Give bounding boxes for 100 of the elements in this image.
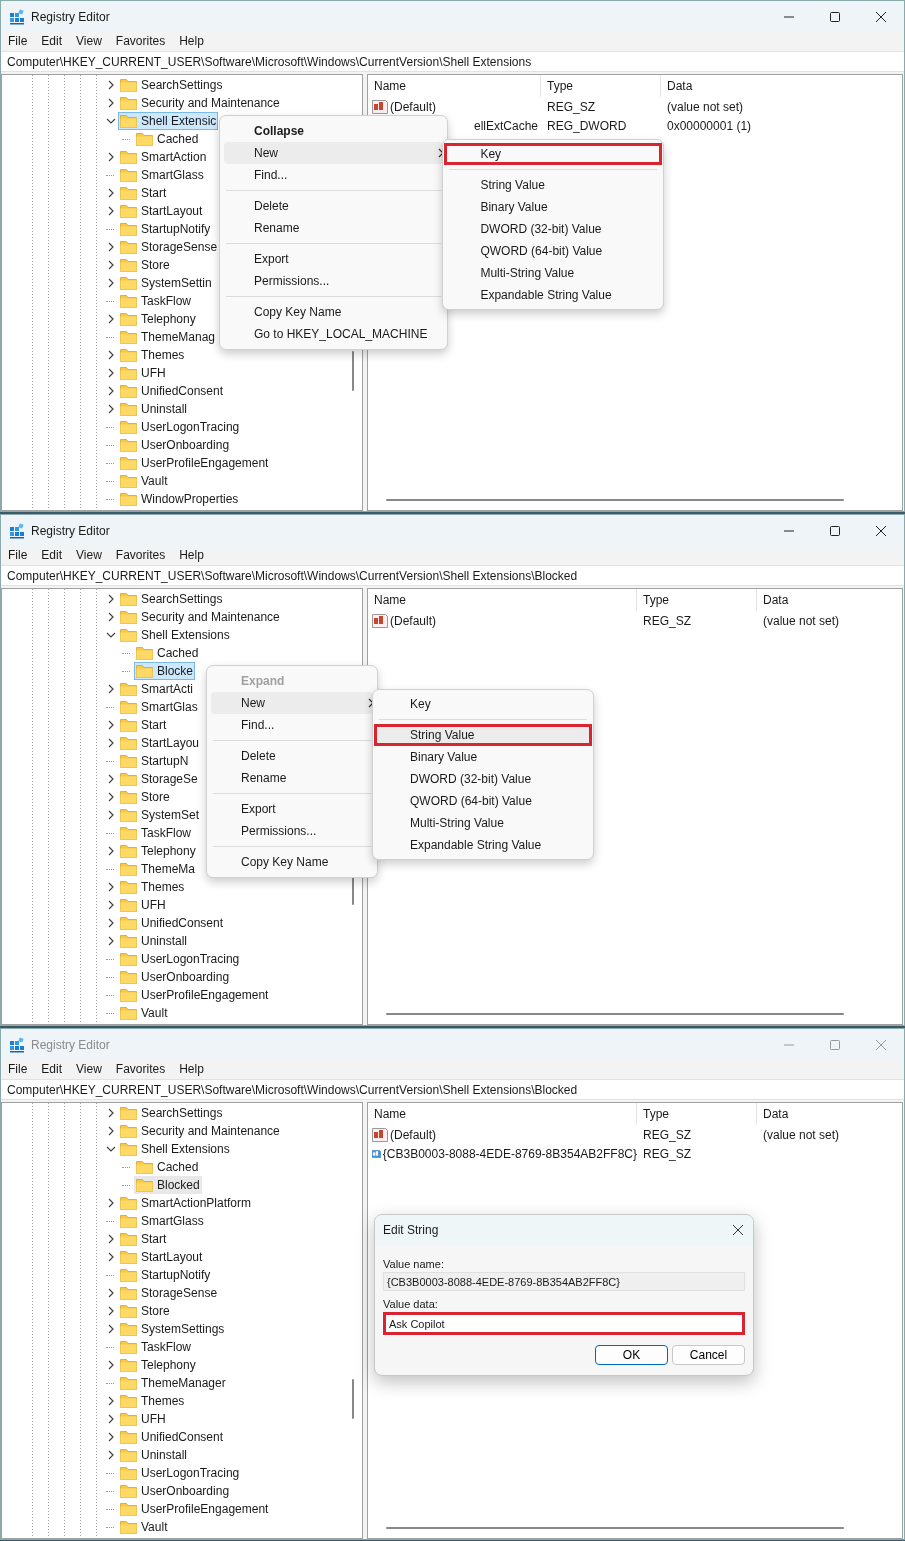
chevron-right-icon[interactable]	[106, 810, 116, 820]
menu-item[interactable]: Help	[179, 34, 204, 48]
tree-item[interactable]: Store	[118, 256, 172, 274]
menu-item[interactable]: Binary Value	[444, 196, 663, 218]
chevron-right-icon[interactable]	[106, 314, 116, 324]
dialog-button[interactable]: Cancel	[672, 1345, 745, 1365]
chevron-right-icon[interactable]	[106, 404, 116, 414]
chevron-right-icon[interactable]	[106, 1252, 116, 1262]
tree-item[interactable]: Blocked	[134, 1176, 202, 1194]
menu-item[interactable]: Permissions...	[224, 270, 444, 292]
menu-item[interactable]: Favorites	[115, 548, 166, 562]
tree-item[interactable]: Uninstall	[118, 1446, 190, 1464]
tree-item[interactable]: SearchSettings	[118, 76, 225, 94]
menu-item[interactable]: Find...	[224, 164, 444, 186]
scrollbar-thumb[interactable]	[386, 1527, 844, 1529]
tree-item[interactable]: Security and Maintenance	[118, 94, 282, 112]
menu-item[interactable]: Rename	[224, 217, 444, 239]
chevron-right-icon[interactable]	[106, 1450, 116, 1460]
tree-item[interactable]: Cached	[134, 1158, 201, 1176]
tree-item[interactable]: ThemeMa	[118, 860, 198, 878]
tree-item[interactable]: SystemSet	[118, 806, 202, 824]
menu-item[interactable]: Expandable String Value	[444, 284, 663, 306]
column-header[interactable]: Type	[637, 589, 757, 611]
chevron-right-icon[interactable]	[106, 98, 116, 108]
tree-item[interactable]: StorageSe	[118, 770, 200, 788]
tree-item[interactable]: SmartActi	[118, 680, 195, 698]
tree-item[interactable]: Shell Extensic	[118, 112, 219, 130]
tree-item[interactable]: Shell Extensions	[118, 626, 232, 644]
tree-item[interactable]: StorageSense	[118, 238, 220, 256]
tree-item[interactable]: UserProfileEngagement	[118, 454, 271, 472]
chevron-right-icon[interactable]	[106, 1396, 116, 1406]
tree-item[interactable]: UserOnboarding	[118, 436, 232, 454]
menu-item[interactable]: Help	[179, 548, 204, 562]
menu-item[interactable]: Key	[374, 693, 592, 715]
menu-item[interactable]: Go to HKEY_LOCAL_MACHINE	[224, 323, 444, 345]
tree-item[interactable]: UnifiedConsent	[118, 914, 226, 932]
menu-item[interactable]: New	[211, 692, 373, 714]
menu-item[interactable]: Multi-String Value	[444, 262, 663, 284]
tree-item[interactable]: UFH	[118, 1410, 168, 1428]
menu-item[interactable]: DWORD (32-bit) Value	[374, 768, 592, 790]
input-field[interactable]: {CB3B0003-8088-4EDE-8769-8B354AB2FF8C}	[383, 1272, 745, 1291]
chevron-right-icon[interactable]	[106, 80, 116, 90]
tree-item[interactable]: WindowProperties	[118, 490, 241, 508]
chevron-right-icon[interactable]	[106, 1288, 116, 1298]
tree-item[interactable]: Vault	[118, 472, 170, 490]
tree-item[interactable]: SmartGlas	[118, 698, 200, 716]
menu-item[interactable]: Find...	[211, 714, 373, 736]
chevron-right-icon[interactable]	[106, 1234, 116, 1244]
tree-item[interactable]: SearchSettings	[118, 590, 225, 608]
close-icon[interactable]	[732, 1224, 744, 1236]
scrollbar-thumb[interactable]	[352, 351, 354, 391]
chevron-right-icon[interactable]	[106, 1414, 116, 1424]
menu-item[interactable]: Delete	[224, 195, 444, 217]
scrollbar-thumb[interactable]	[386, 1013, 844, 1015]
tree-item[interactable]: Themes	[118, 346, 187, 364]
chevron-right-icon[interactable]	[106, 278, 116, 288]
address-bar[interactable]: Computer\HKEY_CURRENT_USER\Software\Microsoft\Windows\CurrentVersion\Shell Extensions\Blocked	[1, 1079, 904, 1100]
menu-item[interactable]: View	[76, 1062, 102, 1076]
chevron-right-icon[interactable]	[106, 1306, 116, 1316]
chevron-right-icon[interactable]	[106, 918, 116, 928]
menu-item[interactable]: Edit	[41, 34, 63, 48]
tree-item[interactable]: Cached	[134, 644, 201, 662]
menu-item[interactable]: File	[8, 1062, 28, 1076]
chevron-right-icon[interactable]	[106, 350, 116, 360]
chevron-down-icon[interactable]	[106, 1144, 116, 1154]
tree-item[interactable]: TaskFlow	[118, 292, 193, 310]
tree-item[interactable]: ThemeManag	[118, 328, 218, 346]
chevron-right-icon[interactable]	[106, 386, 116, 396]
tree-item[interactable]: Cached	[134, 130, 201, 148]
chevron-right-icon[interactable]	[106, 260, 116, 270]
menu-item[interactable]: Multi-String Value	[374, 812, 592, 834]
chevron-right-icon[interactable]	[106, 1360, 116, 1370]
tree-item[interactable]: Security and Maintenance	[118, 608, 282, 626]
tree-item[interactable]: UFH	[118, 364, 168, 382]
menu-item[interactable]: String Value	[374, 724, 592, 746]
tree-item[interactable]: UserLogonTracing	[118, 418, 242, 436]
address-bar[interactable]: Computer\HKEY_CURRENT_USER\Software\Microsoft\Windows\CurrentVersion\Shell Extensions\Blocked	[1, 565, 904, 586]
chevron-right-icon[interactable]	[106, 720, 116, 730]
chevron-down-icon[interactable]	[106, 630, 116, 640]
chevron-right-icon[interactable]	[106, 242, 116, 252]
column-header[interactable]: Data	[661, 75, 781, 97]
dialog-button[interactable]: OK	[595, 1345, 668, 1365]
chevron-right-icon[interactable]	[106, 206, 116, 216]
chevron-right-icon[interactable]	[106, 188, 116, 198]
chevron-right-icon[interactable]	[106, 900, 116, 910]
column-header[interactable]: Name	[368, 589, 637, 611]
menu-item[interactable]: Collapse	[224, 120, 444, 142]
menu-item[interactable]: New	[224, 142, 444, 164]
tree-item[interactable]: UFH	[118, 896, 168, 914]
tree-item[interactable]: Telephony	[118, 1356, 198, 1374]
menu-item[interactable]: Binary Value	[374, 746, 592, 768]
tree-item[interactable]: ThemeManager	[118, 1374, 228, 1392]
tree-item[interactable]: StartLayou	[118, 734, 202, 752]
tree-item[interactable]: UserLogonTracing	[118, 950, 242, 968]
menu-item[interactable]: Expandable String Value	[374, 834, 592, 856]
menu-item[interactable]: QWORD (64-bit) Value	[374, 790, 592, 812]
tree-item[interactable]: SystemSettin	[118, 274, 214, 292]
tree-item[interactable]: UnifiedConsent	[118, 1428, 226, 1446]
column-header[interactable]: Type	[637, 1103, 757, 1125]
tree-item[interactable]: Store	[118, 788, 172, 806]
